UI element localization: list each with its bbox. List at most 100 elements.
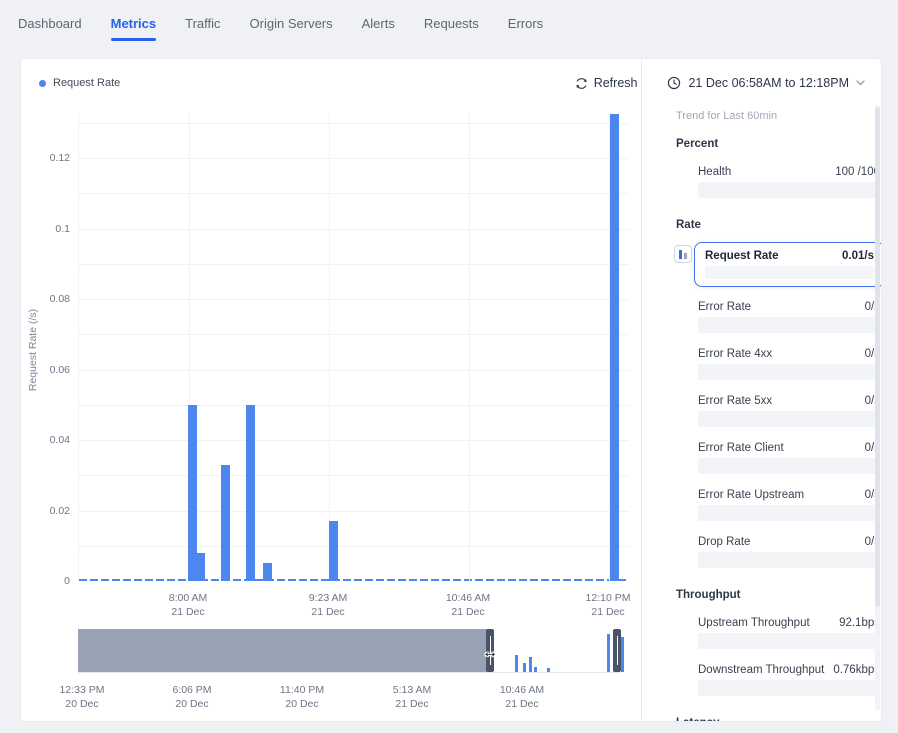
panel-scrollbar-thumb[interactable] (875, 107, 880, 607)
refresh-label: Refresh (594, 76, 638, 90)
refresh-button[interactable]: Refresh (575, 76, 638, 90)
tab-traffic[interactable]: Traffic (185, 16, 220, 47)
gridline-h (79, 299, 629, 300)
metric-sparkline (698, 552, 880, 568)
metric-row-request-rate[interactable]: Request Rate0.01/s (694, 242, 882, 287)
metric-line: Error Rate 4xx0/s (698, 347, 880, 361)
tab-errors[interactable]: Errors (508, 16, 543, 47)
metric-line: Error Rate 5xx0/s (698, 394, 880, 408)
main-plot[interactable] (78, 114, 629, 581)
y-tick-label: 0.02 (21, 505, 70, 517)
tab-origin-servers[interactable]: Origin Servers (250, 16, 333, 47)
gridline-h (79, 334, 629, 335)
metric-row-upstream-throughput[interactable]: Upstream Throughput92.1bps (698, 616, 880, 649)
baseline-dash-series (79, 579, 629, 582)
metric-line: Downstream Throughput 0.76kbps (698, 663, 880, 677)
gridline-h (79, 229, 629, 230)
metric-row-error-rate-upstream[interactable]: Error Rate Upstream0/s (698, 488, 880, 521)
metric-label: Error Rate (698, 300, 751, 314)
tab-metrics[interactable]: Metrics (111, 16, 157, 47)
request-rate-bar (246, 405, 255, 581)
metric-row-error-rate-4xx[interactable]: Error Rate 4xx0/s (698, 347, 880, 380)
brush-tick-label: 5:13 AM21 Dec (393, 683, 432, 711)
metric-line: Request Rate0.01/s (705, 249, 874, 263)
panel-flow: PercentHealth100 /100 Rate Request Rate0.0… (642, 137, 882, 722)
metric-sparkline (698, 364, 880, 380)
chart-type-icon-button[interactable] (674, 245, 692, 263)
gridline-v (329, 114, 330, 581)
metric-sparkline (705, 266, 874, 279)
request-rate-bar (221, 465, 230, 581)
metric-sparkline (698, 505, 880, 521)
metric-sparkline (698, 317, 880, 333)
metric-row-error-rate-5xx[interactable]: Error Rate 5xx0/s (698, 394, 880, 427)
x-tick-label: 8:00 AM21 Dec (169, 591, 208, 619)
overview-bar (515, 655, 518, 672)
metric-row-error-rate[interactable]: Error Rate0/s (698, 300, 880, 333)
metric-label: Downstream Throughput (698, 663, 824, 677)
metric-sparkline (698, 458, 880, 474)
tab-requests[interactable]: Requests (424, 16, 479, 47)
metric-row-drop-rate[interactable]: Drop Rate0/s (698, 535, 880, 568)
metric-row-health[interactable]: Health100 /100 (698, 165, 880, 198)
metric-line: Error Rate Client0/s (698, 441, 880, 455)
y-tick-label: 0.12 (21, 152, 70, 164)
brush-right-handle[interactable] (613, 629, 621, 672)
legend-dot (39, 80, 46, 87)
y-tick-label: 0.04 (21, 434, 70, 446)
x-tick-label: 9:23 AM21 Dec (309, 591, 348, 619)
metric-label: Request Rate (705, 249, 779, 263)
metric-value: 0.76kbps (833, 663, 880, 677)
overview-bar (523, 663, 526, 672)
section-heading-rate: Rate (676, 218, 882, 232)
tab-dashboard[interactable]: Dashboard (18, 16, 82, 47)
metric-label: Error Rate Client (698, 441, 784, 455)
section-rows: Health100 /100 (698, 165, 880, 198)
gridline-h (79, 511, 629, 512)
metrics-card: Request Rate Refresh 21 Dec 06:58AM to 1… (20, 58, 882, 722)
legend-label: Request Rate (53, 77, 120, 89)
bar-chart-icon (679, 250, 682, 259)
panel-section-percent: PercentHealth100 /100 (642, 137, 882, 198)
brush-unselected-mask (78, 629, 489, 672)
gridline-h (79, 370, 629, 371)
gridline-h (79, 405, 629, 406)
request-rate-bar (263, 563, 272, 581)
overview-bar (607, 634, 610, 672)
gridline-h (79, 158, 629, 159)
metric-label: Health (698, 165, 731, 179)
metric-row-error-rate-client[interactable]: Error Rate Client0/s (698, 441, 880, 474)
metric-label: Error Rate 4xx (698, 347, 772, 361)
gridline-v (469, 114, 470, 581)
refresh-icon (575, 77, 588, 90)
gridline-h (79, 475, 629, 476)
brush-tick-label: 12:33 PM20 Dec (60, 683, 105, 711)
y-tick-label: 0 (21, 575, 70, 587)
y-axis-title: Request Rate (/s) (27, 250, 39, 450)
gridline-h (79, 440, 629, 441)
metric-sparkline (698, 633, 880, 649)
metric-line: Drop Rate0/s (698, 535, 880, 549)
metric-value: 92.1bps (839, 616, 880, 630)
top-nav: Dashboard Metrics Traffic Origin Servers Ale… (18, 16, 543, 47)
request-rate-bar (610, 114, 619, 581)
x-tick-label: 10:46 AM21 Dec (446, 591, 490, 619)
metric-row-downstream-throughput[interactable]: Downstream Throughput 0.76kbps (698, 663, 880, 696)
brush-tick-label: 10:46 AM21 Dec (500, 683, 544, 711)
overview-bar (621, 637, 624, 672)
metric-sparkline (698, 411, 880, 427)
y-tick-label: 0.1 (21, 223, 70, 235)
y-tick-label: 0.08 (21, 293, 70, 305)
panel-section-throughput: ThroughputUpstream Throughput92.1bpsDown… (642, 588, 882, 696)
overview-bar (529, 657, 532, 672)
gridline-h (79, 546, 629, 547)
brush-plot[interactable] (78, 629, 621, 673)
tab-alerts[interactable]: Alerts (362, 16, 395, 47)
metric-label: Drop Rate (698, 535, 750, 549)
section-heading-latency: Latency (676, 716, 882, 722)
overview-bar (547, 668, 550, 672)
legend-request-rate[interactable]: Request Rate (39, 77, 120, 89)
metric-label: Error Rate 5xx (698, 394, 772, 408)
brush-tick-label: 11:40 PM20 Dec (280, 683, 324, 711)
trend-panel: Trend for Last 60min PercentHealth100 /1… (641, 59, 882, 721)
